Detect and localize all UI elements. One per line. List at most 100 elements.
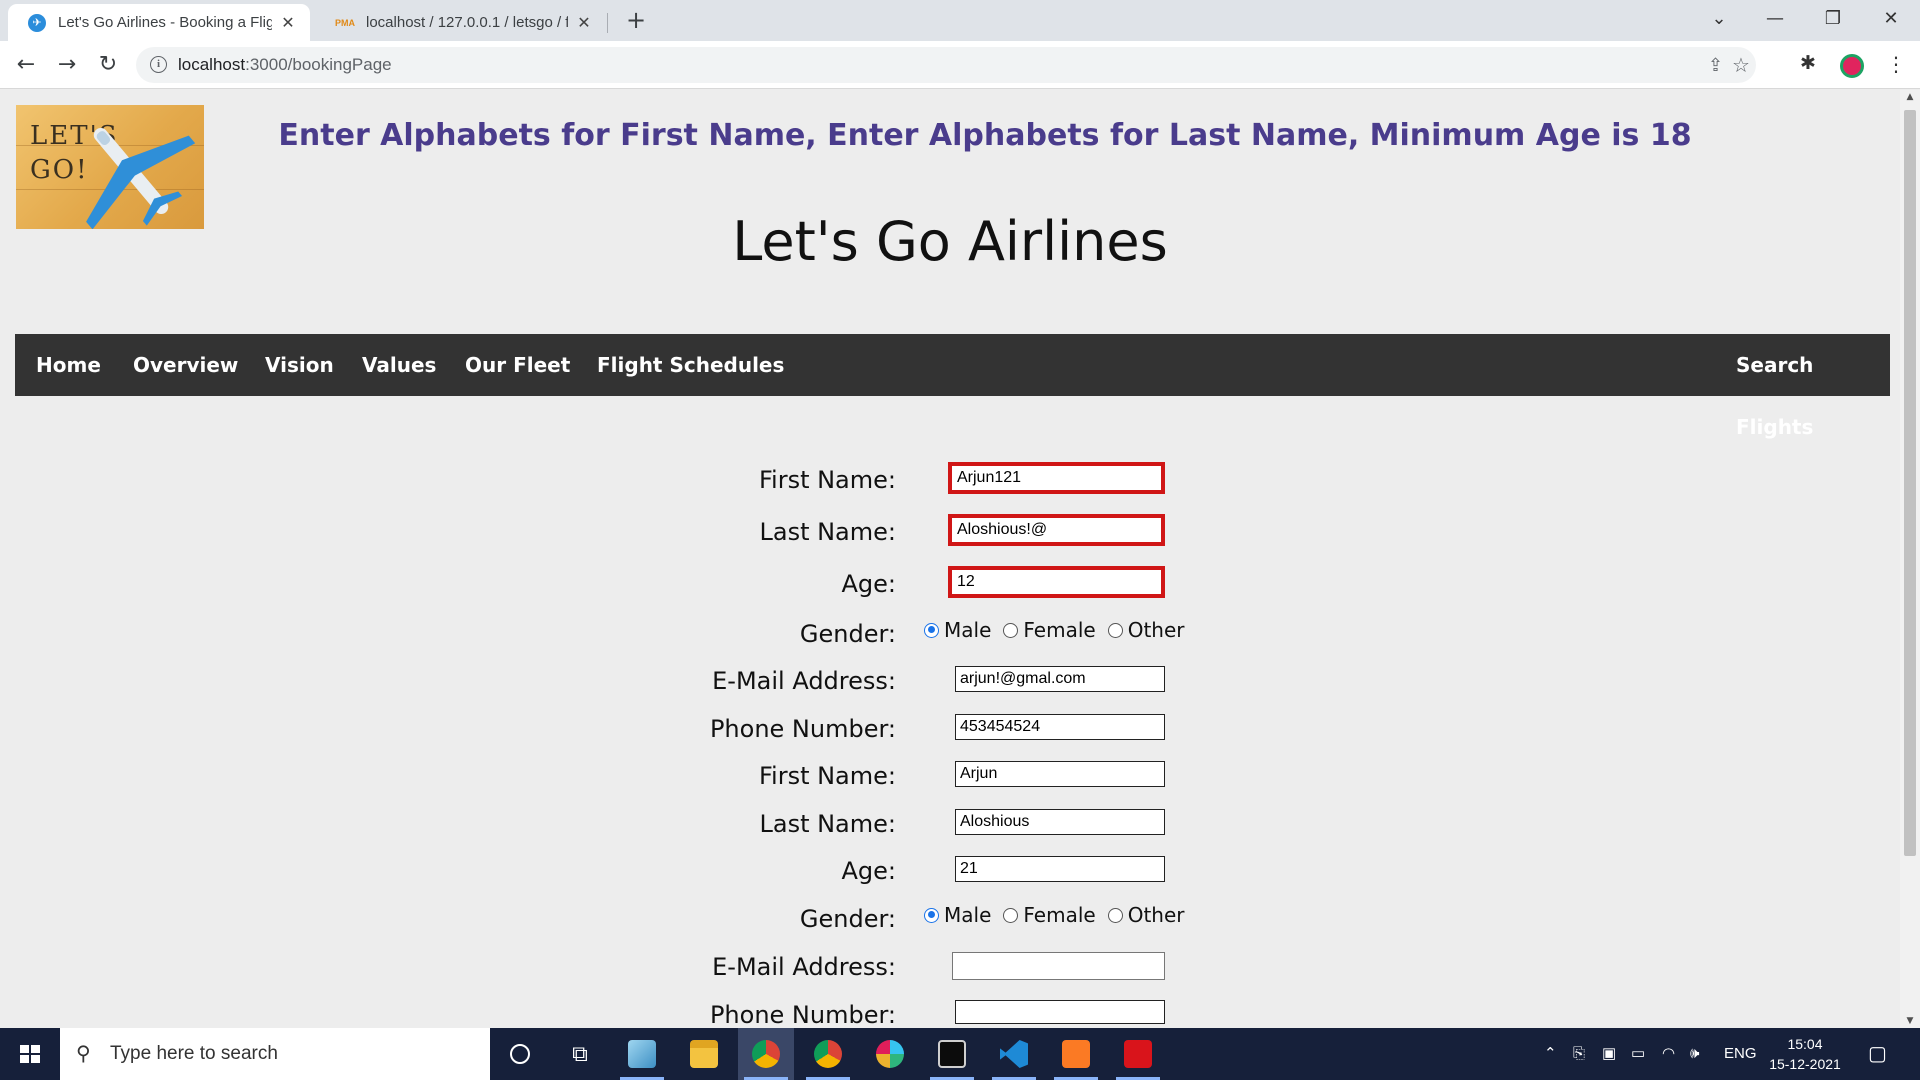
phone-label: Phone Number:: [709, 1001, 896, 1028]
tab-close-icon[interactable]: ✕: [278, 13, 298, 33]
browser-toolbar: ← → ↻ i localhost:3000/bookingPage ⇪ ☆ ✱…: [0, 41, 1920, 89]
forward-arrow-icon[interactable]: →: [53, 51, 81, 79]
first-name-input-invalid[interactable]: Arjun121: [948, 462, 1165, 494]
phone-input[interactable]: 453454524: [955, 714, 1165, 740]
back-arrow-icon[interactable]: ←: [12, 51, 40, 79]
phpmyadmin-favicon-icon: PMA: [335, 17, 355, 28]
gender-option-label: Male: [944, 903, 992, 927]
phone-input[interactable]: [955, 1000, 1165, 1024]
last-name-input-invalid[interactable]: Aloshious!@: [948, 514, 1165, 546]
scroll-down-arrow-icon[interactable]: ▼: [1900, 1016, 1920, 1026]
volume-icon[interactable]: 🕪: [1690, 1028, 1699, 1080]
share-icon[interactable]: ⇪: [1708, 55, 1723, 76]
form-row-last-name-2: Last Name: Aloshious: [0, 806, 1900, 846]
profile-avatar[interactable]: [1840, 54, 1864, 78]
vscode-app-icon[interactable]: [986, 1028, 1042, 1080]
gender-radio-other[interactable]: [1107, 907, 1123, 923]
url-text[interactable]: localhost:3000/bookingPage: [178, 55, 392, 75]
nav-home[interactable]: Home: [36, 334, 101, 396]
nav-vision[interactable]: Vision: [265, 334, 334, 396]
gender-label: Gender:: [799, 905, 896, 933]
nav-our-fleet[interactable]: Our Fleet: [465, 334, 570, 396]
nav-search-flights[interactable]: Search Flights: [1736, 334, 1890, 439]
tray-chevron-icon[interactable]: ⌃: [1544, 1028, 1557, 1080]
gender-radio-female[interactable]: [1003, 907, 1019, 923]
terminal-app-icon[interactable]: [924, 1028, 980, 1080]
first-name-input[interactable]: Arjun: [955, 761, 1165, 787]
restore-button[interactable]: ❐: [1810, 0, 1856, 41]
first-name-label: First Name:: [758, 762, 896, 790]
gender-radio-male[interactable]: [924, 622, 939, 638]
chrome-profile-app-icon[interactable]: [800, 1028, 856, 1080]
email-input[interactable]: [952, 952, 1165, 980]
vscode-glyph: [1000, 1040, 1028, 1068]
url-host: localhost: [178, 55, 246, 74]
browser-menu-icon[interactable]: ⋮: [1886, 52, 1906, 76]
close-window-button[interactable]: ✕: [1868, 0, 1914, 41]
file-explorer-icon[interactable]: [676, 1028, 732, 1080]
slack-app-icon[interactable]: [862, 1028, 918, 1080]
nav-overview[interactable]: Overview: [133, 334, 238, 396]
extensions-puzzle-icon[interactable]: ✱: [1800, 52, 1816, 74]
address-bar[interactable]: i localhost:3000/bookingPage ⇪ ☆: [136, 47, 1756, 83]
battery-icon[interactable]: ▭: [1631, 1028, 1645, 1080]
gender-radio-female[interactable]: [1003, 622, 1019, 638]
nav-values[interactable]: Values: [362, 334, 436, 396]
gender-radio-other[interactable]: [1107, 622, 1123, 638]
form-row-gender-1: Gender: Male Female Other: [0, 616, 1900, 656]
new-tab-button[interactable]: +: [622, 6, 650, 34]
age-label: Age:: [841, 857, 896, 885]
scrollbar-thumb[interactable]: [1904, 110, 1916, 856]
reload-icon[interactable]: ↻: [94, 51, 122, 79]
browser-tab-phpmyadmin[interactable]: PMA localhost / 127.0.0.1 / letsgo / fli…: [316, 4, 606, 41]
task-view-icon[interactable]: ⧉: [552, 1028, 608, 1080]
cortana-circle: [510, 1044, 530, 1064]
page-scrollbar[interactable]: ▲ ▼: [1900, 90, 1920, 1028]
tray-app-icon[interactable]: ▣: [1602, 1028, 1616, 1080]
start-button[interactable]: [0, 1028, 60, 1080]
system-clock[interactable]: 15:04 15-12-2021: [1765, 1034, 1845, 1074]
scroll-up-arrow-icon[interactable]: ▲: [1900, 92, 1920, 102]
form-row-first-name-2: First Name: Arjun: [0, 758, 1900, 798]
gender-option-label: Female: [1023, 618, 1096, 642]
tab-close-icon[interactable]: ✕: [574, 13, 594, 33]
windows-taskbar: ⚲ Type here to search ⧉ ⌃ ⎘ ▣ ▭ ◠ 🕪 ENG …: [0, 1028, 1920, 1080]
chrome-app-icon[interactable]: [738, 1028, 794, 1080]
xampp-app-icon[interactable]: [1048, 1028, 1104, 1080]
cortana-icon[interactable]: [492, 1028, 548, 1080]
taskbar-search-placeholder: Type here to search: [110, 1043, 278, 1064]
email-label: E-Mail Address:: [712, 953, 896, 981]
tab-search-dropdown-icon[interactable]: ⌄: [1696, 0, 1742, 41]
page-title: Let's Go Airlines: [732, 210, 1168, 273]
site-info-icon[interactable]: i: [150, 56, 167, 73]
last-name-input[interactable]: Aloshious: [955, 809, 1165, 835]
wifi-icon[interactable]: ◠: [1662, 1028, 1675, 1080]
age-input[interactable]: 21: [955, 856, 1165, 882]
age-input-invalid[interactable]: 12: [948, 566, 1165, 598]
page-content: LET'S GO! Enter Alphabets for First Name…: [0, 90, 1900, 1028]
taskbar-search-box[interactable]: ⚲ Type here to search: [60, 1028, 490, 1080]
notepad-app-icon[interactable]: [614, 1028, 670, 1080]
gender-radio-male[interactable]: [924, 907, 939, 923]
minimize-button[interactable]: —: [1752, 0, 1798, 41]
slack-glyph: [876, 1040, 904, 1068]
chrome-glyph: [752, 1040, 780, 1068]
browser-tab-strip: ✈ Let's Go Airlines - Booking a Fligh ✕ …: [0, 0, 1920, 41]
notifications-icon[interactable]: ▢: [1868, 1028, 1887, 1080]
clock-time: 15:04: [1787, 1036, 1823, 1052]
main-navbar: Home Overview Vision Values Our Fleet Fl…: [15, 334, 1890, 439]
bookmark-star-icon[interactable]: ☆: [1732, 53, 1750, 77]
notepad-glyph: [628, 1040, 656, 1068]
airline-favicon-icon: ✈: [28, 13, 46, 32]
age-label: Age:: [841, 570, 896, 598]
browser-tab-booking[interactable]: ✈ Let's Go Airlines - Booking a Fligh ✕: [8, 4, 310, 41]
email-input[interactable]: arjun!@gmal.com: [955, 666, 1165, 692]
acrobat-app-icon[interactable]: [1110, 1028, 1166, 1080]
folder-glyph: [690, 1040, 718, 1068]
nav-flight-schedules[interactable]: Flight Schedules: [597, 334, 784, 396]
form-row-email-2: E-Mail Address:: [0, 949, 1900, 989]
language-indicator[interactable]: ENG: [1724, 1028, 1757, 1080]
gender-option-label: Female: [1023, 903, 1096, 927]
form-row-age-2: Age: 21: [0, 853, 1900, 893]
meet-now-icon[interactable]: ⎘: [1573, 1028, 1585, 1080]
